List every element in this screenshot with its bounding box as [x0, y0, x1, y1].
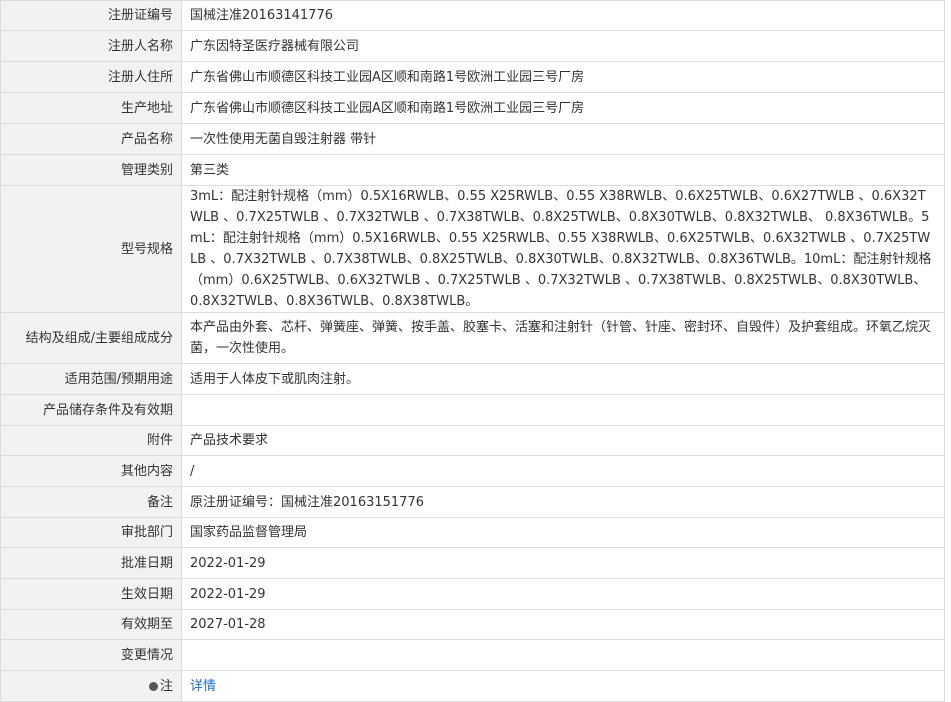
- table-row: 生效日期 2022-01-29: [0, 578, 945, 610]
- field-label: 注册人住所: [0, 61, 182, 93]
- table-row: 有效期至 2027-01-28: [0, 609, 945, 640]
- note-label: 注: [159, 678, 173, 694]
- table-row: 管理类别 第三类: [0, 154, 945, 186]
- field-value: 2022-01-29: [181, 578, 945, 610]
- table-row: 生产地址 广东省佛山市顺德区科技工业园A区顺和南路1号欧洲工业园三号厂房: [0, 92, 945, 124]
- field-value: [181, 639, 945, 671]
- table-row: 批准日期 2022-01-29: [0, 547, 945, 579]
- table-row: 型号规格 3mL：配注射针规格（mm）0.5X16RWLB、0.55 X25RW…: [0, 185, 945, 313]
- field-value: [181, 394, 945, 426]
- field-value: 原注册证编号：国械注准20163151776: [181, 486, 945, 518]
- field-label: 注册人名称: [0, 30, 182, 62]
- table-row: 适用范围/预期用途 适用于人体皮下或肌肉注射。: [0, 363, 945, 395]
- table-row: 产品储存条件及有效期: [0, 394, 945, 426]
- field-label: 变更情况: [0, 639, 182, 671]
- table-row: 变更情况: [0, 639, 945, 671]
- field-label: 产品名称: [0, 123, 182, 155]
- registration-detail-table: 注册证编号 国械注准20163141776 注册人名称 广东因特圣医疗器械有限公…: [0, 0, 945, 702]
- field-label: 型号规格: [0, 185, 182, 313]
- field-value: 国械注准20163141776: [181, 0, 945, 31]
- field-value: 广东省佛山市顺德区科技工业园A区顺和南路1号欧洲工业园三号厂房: [181, 61, 945, 93]
- field-label: 生产地址: [0, 92, 182, 124]
- field-value: 广东因特圣医疗器械有限公司: [181, 30, 945, 62]
- field-value: 广东省佛山市顺德区科技工业园A区顺和南路1号欧洲工业园三号厂房: [181, 92, 945, 124]
- table-row: 附件 产品技术要求: [0, 425, 945, 456]
- details-link[interactable]: 详情: [190, 679, 216, 694]
- field-value: 2027-01-28: [181, 609, 945, 640]
- table-row: 注册人名称 广东因特圣医疗器械有限公司: [0, 30, 945, 62]
- field-value: 3mL：配注射针规格（mm）0.5X16RWLB、0.55 X25RWLB、0.…: [181, 185, 945, 313]
- field-label: 有效期至: [0, 609, 182, 640]
- table-row: 注册人住所 广东省佛山市顺德区科技工业园A区顺和南路1号欧洲工业园三号厂房: [0, 61, 945, 93]
- table-row: 备注 原注册证编号：国械注准20163151776: [0, 486, 945, 518]
- field-value: 产品技术要求: [181, 425, 945, 456]
- field-value: /: [181, 455, 945, 487]
- field-label: 结构及组成/主要组成成分: [0, 312, 182, 364]
- field-label: 管理类别: [0, 154, 182, 186]
- table-row: 产品名称 一次性使用无菌自毁注射器 带针: [0, 123, 945, 155]
- field-label: 注册证编号: [0, 0, 182, 31]
- table-row: 注 详情: [0, 670, 945, 702]
- field-value: 2022-01-29: [181, 547, 945, 579]
- field-label: 适用范围/预期用途: [0, 363, 182, 395]
- field-label: 审批部门: [0, 517, 182, 548]
- table-row: 审批部门 国家药品监督管理局: [0, 517, 945, 548]
- field-value: 一次性使用无菌自毁注射器 带针: [181, 123, 945, 155]
- note-value-cell: 详情: [181, 670, 945, 702]
- table-row: 注册证编号 国械注准20163141776: [0, 0, 945, 31]
- field-value: 适用于人体皮下或肌肉注射。: [181, 363, 945, 395]
- field-label: 生效日期: [0, 578, 182, 610]
- note-label-cell: 注: [0, 670, 182, 702]
- field-label: 附件: [0, 425, 182, 456]
- field-value: 本产品由外套、芯杆、弹簧座、弹簧、按手盖、胶塞卡、活塞和注射针（针管、针座、密封…: [181, 312, 945, 364]
- field-value: 第三类: [181, 154, 945, 186]
- table-row: 结构及组成/主要组成成分 本产品由外套、芯杆、弹簧座、弹簧、按手盖、胶塞卡、活塞…: [0, 312, 945, 364]
- field-value: 国家药品监督管理局: [181, 517, 945, 548]
- field-label: 产品储存条件及有效期: [0, 394, 182, 426]
- bullet-icon: [148, 681, 158, 691]
- field-label: 备注: [0, 486, 182, 518]
- field-label: 批准日期: [0, 547, 182, 579]
- table-row: 其他内容 /: [0, 455, 945, 487]
- field-label: 其他内容: [0, 455, 182, 487]
